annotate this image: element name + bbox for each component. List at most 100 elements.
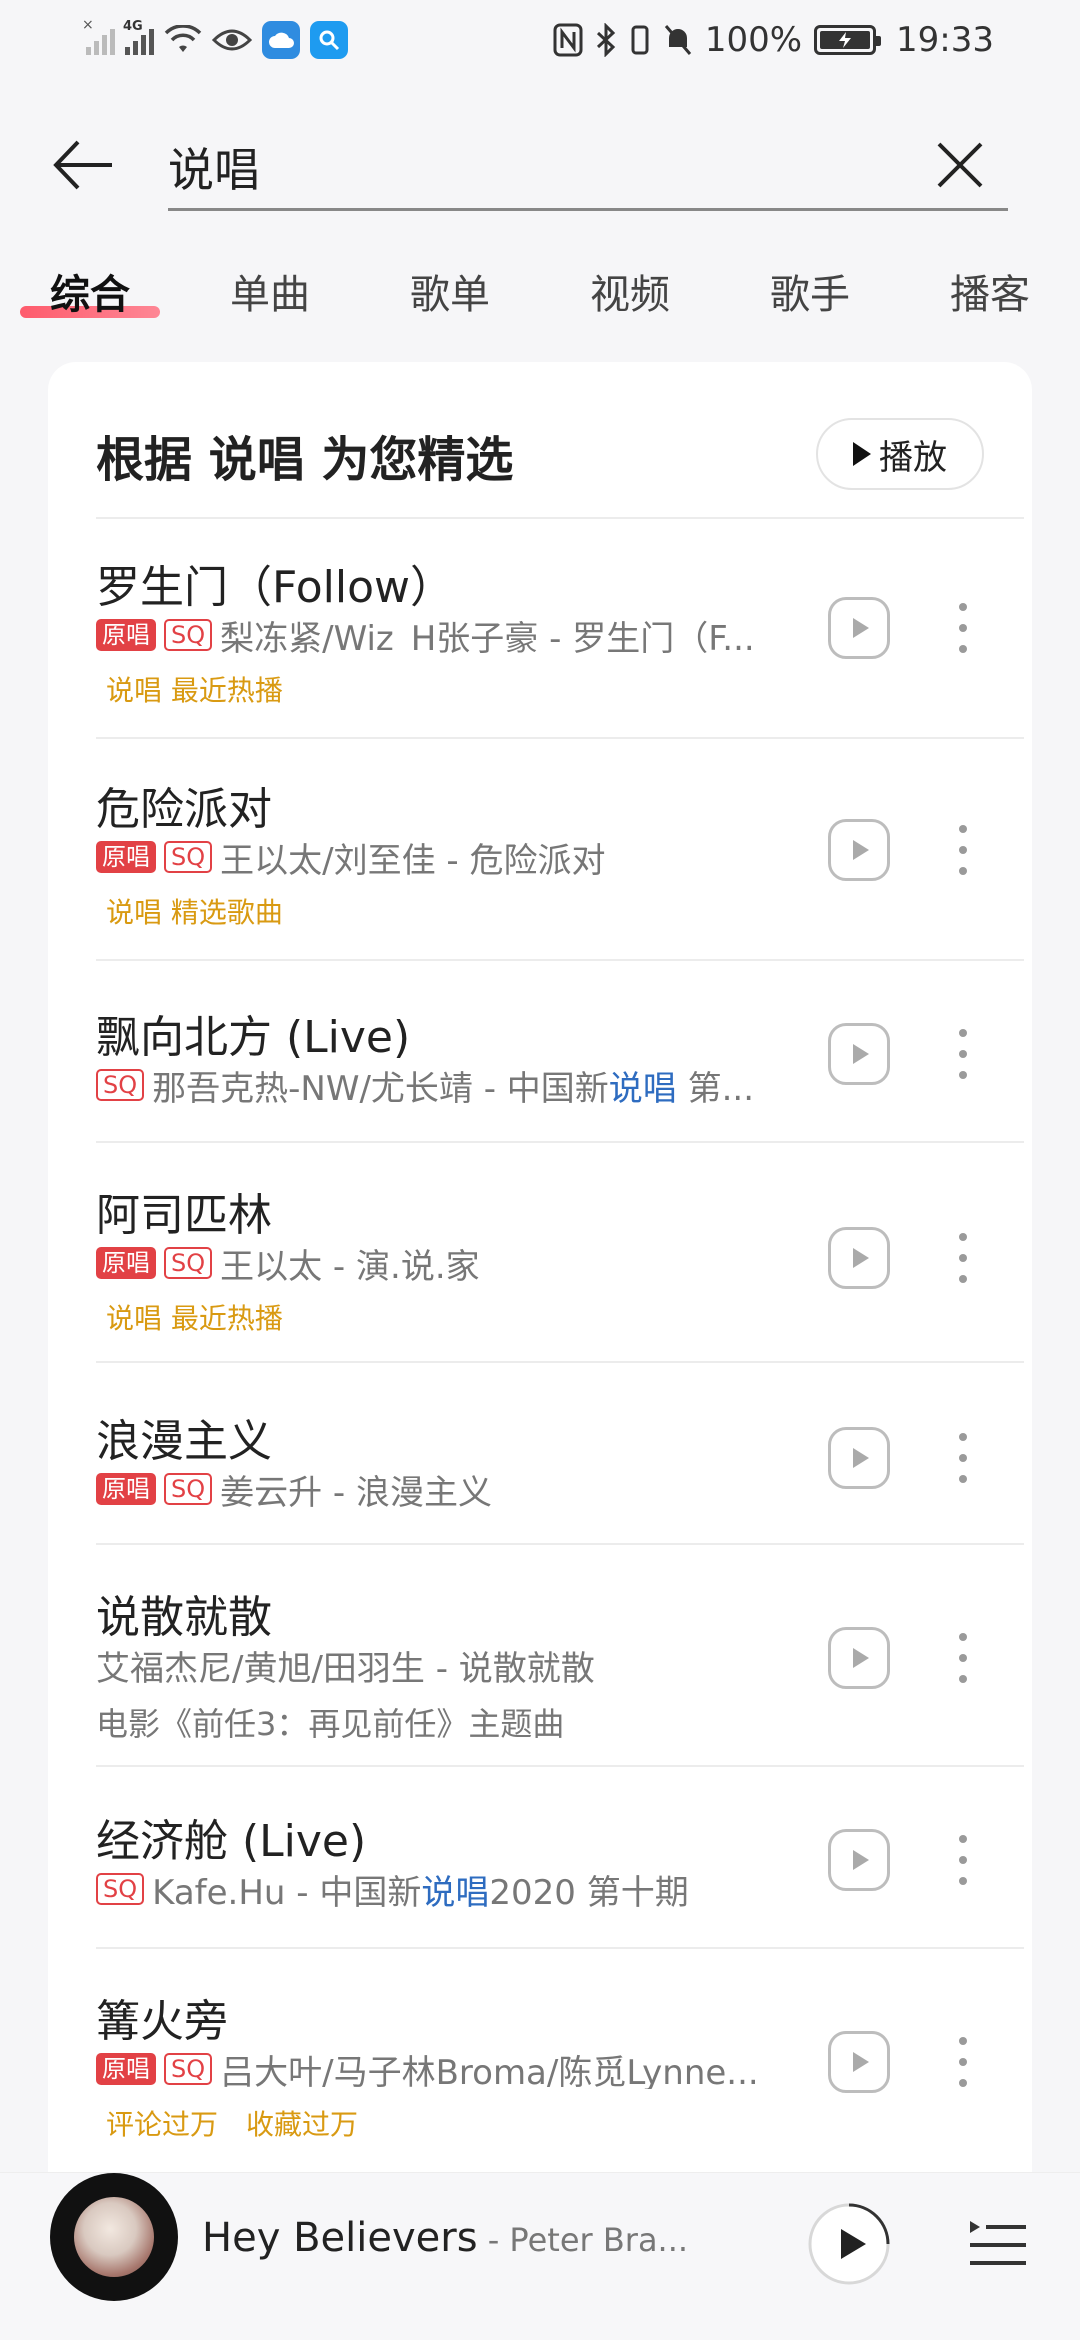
song-meta: 原唱 SQ 梨冻紧/Wiz_H张子豪 - 罗生门（F... [96, 615, 836, 655]
artist-album: 吕大叶/马子林Broma/陈觅Lynne... [220, 2052, 759, 2090]
artist-album: 艾福杰尼/黄旭/田羽生 - 说散就散 [96, 1648, 595, 1686]
song-row[interactable]: 罗生门（Follow） 原唱 SQ 梨冻紧/Wiz_H张子豪 - 罗生门（F..… [48, 519, 1032, 739]
more-vert-icon[interactable] [951, 603, 975, 653]
play-icon [853, 1648, 869, 1668]
search-app-icon [310, 21, 348, 59]
back-arrow-icon[interactable] [48, 130, 118, 200]
clock: 19:33 [896, 20, 994, 60]
tab-artists[interactable]: 歌手 [740, 262, 880, 320]
sq-badge: SQ [164, 1473, 213, 1505]
song-meta: 原唱 SQ 吕大叶/马子林Broma/陈觅Lynne... [96, 2049, 836, 2089]
song-title: 浪漫主义 [96, 1416, 272, 1467]
song-row[interactable]: 危险派对 原唱 SQ 王以太/刘至佳 - 危险派对 说唱 精选歌曲 [48, 741, 1032, 961]
row-play-button[interactable] [828, 1227, 890, 1289]
song-meta: SQ 那吾克热-NW/尤长靖 - 中国新说唱 第... [96, 1065, 836, 1105]
song-meta: SQ Kafe.Hu - 中国新说唱2020 第十期 [96, 1869, 836, 1909]
tab-playlists[interactable]: 歌单 [380, 262, 520, 320]
song-title: 篝火旁 [96, 1996, 228, 2047]
bluetooth-icon [596, 23, 615, 57]
original-badge: 原唱 [96, 1247, 156, 1279]
song-row[interactable]: 篝火旁 原唱 SQ 吕大叶/马子林Broma/陈觅Lynne... 评论过万 收藏… [48, 1951, 1032, 2171]
song-row[interactable]: 经济舱 (Live) SQ Kafe.Hu - 中国新说唱2020 第十期 [48, 1769, 1032, 1949]
sq-badge: SQ [96, 1069, 145, 1101]
original-badge: 原唱 [96, 1473, 156, 1505]
song-tags: 评论过万 收藏过万 [106, 2108, 359, 2141]
song-description: 电影《前任3：再见前任》主题曲 [96, 1705, 565, 1743]
more-vert-icon[interactable] [951, 1233, 975, 1283]
artist-album: Kafe.Hu - 中国新说唱2020 第十期 [152, 1872, 689, 1910]
now-playing-artist: - Peter Bra... [477, 2221, 689, 2259]
more-vert-icon[interactable] [951, 825, 975, 875]
row-play-button[interactable] [828, 1427, 890, 1489]
row-play-button[interactable] [828, 597, 890, 659]
recommendation-card: 根据 说唱 为您精选 播放 罗生门（Follow） 原唱 SQ 梨冻紧/Wiz_… [48, 362, 1032, 2340]
song-title: 说散就散 [96, 1592, 272, 1643]
original-badge: 原唱 [96, 2053, 156, 2085]
row-play-button[interactable] [828, 1829, 890, 1891]
more-vert-icon[interactable] [951, 1433, 975, 1483]
row-play-button[interactable] [828, 1627, 890, 1689]
artist-album: 王以太/刘至佳 - 危险派对 [220, 840, 606, 878]
play-icon [853, 2052, 869, 2072]
weather-app-icon [262, 21, 300, 59]
play-all-button[interactable]: 播放 [816, 418, 984, 490]
tab-all[interactable]: 综合 [20, 262, 160, 320]
queue-icon[interactable] [966, 2213, 1030, 2277]
song-row[interactable]: 说散就散 艾福杰尼/黄旭/田羽生 - 说散就散 电影《前任3：再见前任》主题曲 [48, 1547, 1032, 1767]
more-vert-icon[interactable] [951, 2037, 975, 2087]
play-pause-button[interactable] [806, 2201, 892, 2287]
artist-album: 梨冻紧/Wiz_H张子豪 - 罗生门（F... [220, 618, 755, 656]
row-play-button[interactable] [828, 2031, 890, 2093]
song-meta: 原唱 SQ 王以太/刘至佳 - 危险派对 [96, 837, 836, 877]
play-icon [853, 1248, 869, 1268]
eye-comfort-icon [212, 29, 252, 51]
status-bar: × 4G 100% 19:33 [0, 0, 1080, 80]
battery-percent: 100% [704, 20, 803, 60]
artist-album: 那吾克热-NW/尤长靖 - 中国新说唱 第... [152, 1068, 755, 1106]
cellular-signal-icon: 4G [123, 19, 154, 55]
result-tabs: 综合 单曲 歌单 视频 歌手 播客 [0, 262, 1080, 332]
tab-songs[interactable]: 单曲 [200, 262, 340, 320]
song-row[interactable]: 飘向北方 (Live) SQ 那吾克热-NW/尤长靖 - 中国新说唱 第... [48, 963, 1032, 1143]
now-playing-bar[interactable]: Hey Believers - Peter Bra... [0, 2172, 1080, 2340]
song-title: 经济舱 (Live) [96, 1816, 367, 1867]
play-icon [853, 618, 869, 638]
close-icon[interactable] [925, 130, 995, 200]
more-vert-icon[interactable] [951, 1835, 975, 1885]
original-badge: 原唱 [96, 841, 156, 873]
original-badge: 原唱 [96, 619, 156, 651]
song-row[interactable]: 浪漫主义 原唱 SQ 姜云升 - 浪漫主义 [48, 1365, 1032, 1545]
row-play-button[interactable] [828, 819, 890, 881]
vibrate-icon [631, 25, 649, 55]
song-title: 罗生门（Follow） [96, 562, 455, 613]
artist-album: 姜云升 - 浪漫主义 [220, 1472, 493, 1510]
song-row[interactable]: 阿司匹林 原唱 SQ 王以太 - 演.说.家 说唱 最近热播 [48, 1145, 1032, 1363]
sq-badge: SQ [164, 619, 213, 651]
search-underline [168, 208, 1008, 211]
section-title: 根据 说唱 为您精选 [96, 432, 514, 488]
more-vert-icon[interactable] [951, 1029, 975, 1079]
nfc-icon [553, 23, 583, 57]
row-play-button[interactable] [828, 1023, 890, 1085]
more-vert-icon[interactable] [951, 1633, 975, 1683]
sq-badge: SQ [164, 2053, 213, 2085]
sq-badge: SQ [164, 1247, 213, 1279]
tab-podcasts[interactable]: 播客 [920, 262, 1060, 320]
mute-bell-icon [664, 25, 691, 55]
battery-icon [814, 25, 882, 55]
song-meta: 原唱 SQ 王以太 - 演.说.家 [96, 1243, 836, 1283]
song-title: 危险派对 [96, 784, 272, 835]
tab-videos[interactable]: 视频 [560, 262, 700, 320]
play-icon [853, 1850, 869, 1870]
album-disc[interactable] [50, 2173, 178, 2301]
wifi-icon [164, 25, 202, 52]
song-meta: 原唱 SQ 姜云升 - 浪漫主义 [96, 1469, 836, 1509]
search-bar: 说唱 [0, 110, 1080, 220]
play-icon [853, 840, 869, 860]
song-title: 飘向北方 (Live) [96, 1012, 411, 1063]
play-icon [853, 1448, 869, 1468]
now-playing-title: Hey Believers - Peter Bra... [202, 2215, 689, 2261]
search-input[interactable]: 说唱 [168, 134, 260, 200]
sq-badge: SQ [164, 841, 213, 873]
song-meta: 艾福杰尼/黄旭/田羽生 - 说散就散 [96, 1645, 836, 1686]
